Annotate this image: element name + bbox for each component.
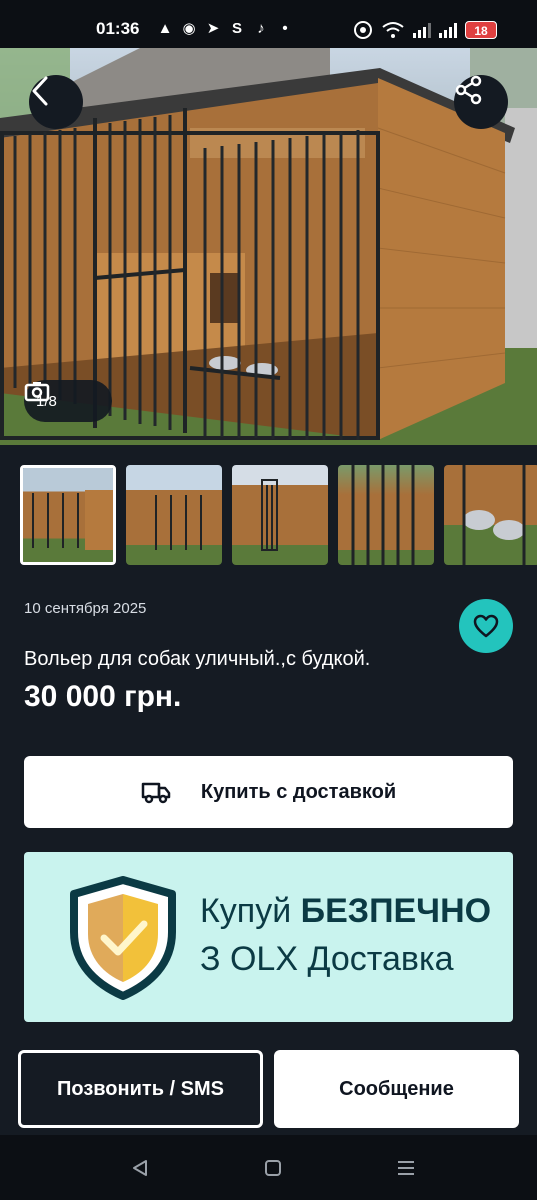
call-sms-label: Позвонить / SMS — [57, 1077, 224, 1100]
nav-home-button[interactable] — [258, 1153, 288, 1183]
favorite-button[interactable] — [459, 599, 513, 653]
wifi-icon — [382, 22, 404, 38]
heart-icon — [473, 614, 499, 638]
thumbnail-4-image — [351, 465, 415, 565]
thumbnail-5[interactable] — [444, 465, 537, 565]
thumbnail-4[interactable] — [338, 465, 434, 565]
thumbnail-1[interactable] — [20, 465, 116, 565]
banner-headline: Купуй БЕЗПЕЧНО — [200, 892, 491, 931]
nav-back-button[interactable] — [125, 1153, 155, 1183]
thumbnail-5-image — [462, 465, 526, 565]
banner-headline-prefix: Купуй — [200, 892, 301, 930]
dot-icon: • — [282, 19, 288, 37]
listing-title: Вольер для собак уличный.,с будкой. — [24, 648, 371, 670]
status-bar: 01:36 ▲ ◉ ➤ S ♪ • 18 — [0, 0, 537, 48]
triangle-back-icon — [133, 1160, 147, 1176]
call-sms-button[interactable]: Позвонить / SMS — [18, 1050, 263, 1128]
hotspot-icon — [354, 21, 372, 39]
listing-photo[interactable]: 1/8 — [0, 48, 537, 445]
system-icons: 18 — [353, 20, 497, 40]
thumbnail-strip[interactable] — [20, 465, 537, 565]
tiktok-icon: ♪ — [257, 19, 265, 37]
message-label: Сообщение — [339, 1077, 454, 1100]
signal-1-icon — [413, 22, 431, 38]
menu-lines-icon — [398, 1161, 414, 1175]
battery-icon: 18 — [465, 21, 497, 39]
thumbnail-2[interactable] — [126, 465, 222, 565]
shield-check-icon — [70, 876, 176, 1000]
banner-subline: З OLX Доставка — [200, 940, 454, 978]
thumbnail-3-image — [261, 479, 278, 551]
square-home-icon — [265, 1160, 281, 1176]
s-app-icon: S — [231, 19, 242, 37]
share-icon — [455, 75, 482, 105]
banner-headline-bold: БЕЗПЕЧНО — [300, 892, 492, 930]
listing-date: 10 сентября 2025 — [24, 600, 147, 617]
telegram-icon: ➤ — [206, 20, 220, 37]
share-button[interactable] — [454, 75, 508, 129]
thumbnail-1-image — [32, 490, 113, 550]
thumbnail-2-image — [155, 495, 202, 550]
buy-with-delivery-button[interactable]: Купить с доставкой — [24, 756, 513, 828]
back-button[interactable] — [29, 75, 83, 129]
message-button[interactable]: Сообщение — [274, 1050, 519, 1128]
buy-with-delivery-label: Купить с доставкой — [200, 780, 397, 803]
instagram-icon: ◉ — [182, 20, 196, 37]
photo-counter: 1/8 — [24, 380, 112, 422]
camera-icon — [24, 382, 50, 402]
notification-icons: ▲ ◉ ➤ S ♪ • — [156, 19, 294, 38]
signal-2-icon — [439, 22, 457, 38]
listing-price: 30 000 грн. — [24, 680, 182, 713]
flame-icon: ▲ — [157, 19, 173, 37]
chevron-left-icon — [32, 76, 48, 106]
status-time: 01:36 — [96, 19, 140, 38]
system-nav-bar — [0, 1135, 537, 1200]
nav-recents-button[interactable] — [391, 1153, 421, 1183]
truck-icon — [141, 782, 171, 804]
thumbnail-3[interactable] — [232, 465, 328, 565]
safe-delivery-banner[interactable]: Купуй БЕЗПЕЧНО З OLX Доставка — [24, 852, 513, 1022]
